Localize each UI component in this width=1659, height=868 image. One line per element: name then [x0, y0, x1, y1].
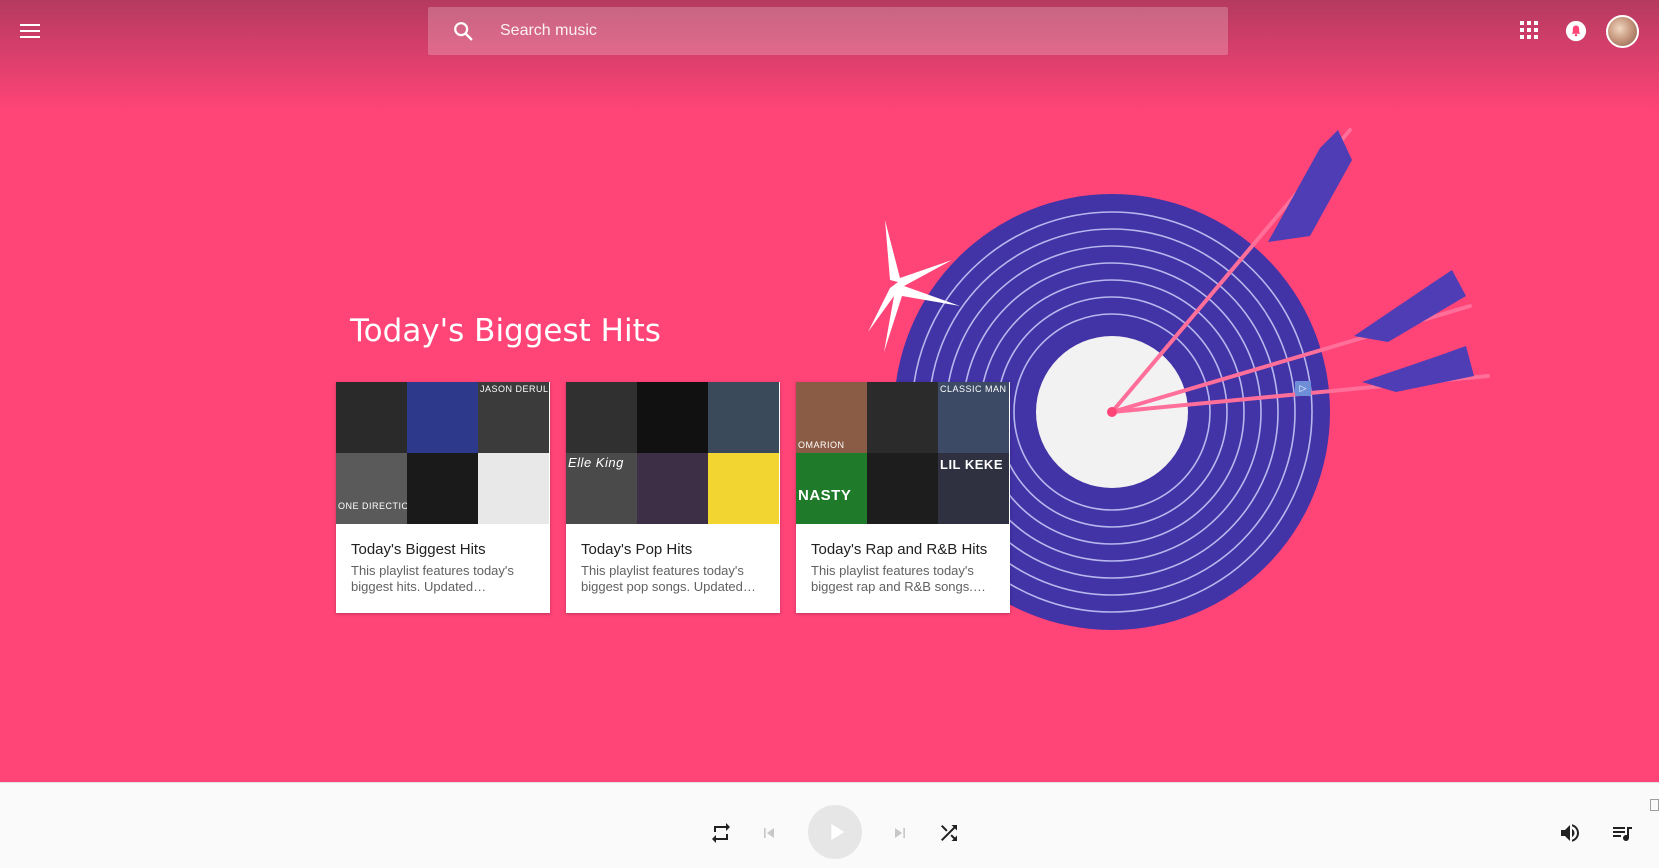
search-bar: [428, 7, 1228, 55]
card-description: This playlist features today's biggest r…: [811, 563, 986, 594]
bell-icon[interactable]: [1565, 20, 1587, 42]
album-cover: [566, 382, 637, 453]
play-button[interactable]: [808, 805, 862, 859]
album-cover: [336, 382, 407, 453]
avatar[interactable]: [1606, 15, 1639, 48]
search-input[interactable]: [500, 7, 1200, 55]
search-icon[interactable]: [452, 20, 474, 42]
queue-icon[interactable]: [1610, 821, 1634, 845]
card-title: Today's Pop Hits: [581, 541, 693, 558]
album-cover: [407, 453, 478, 524]
album-cover: [867, 382, 938, 453]
ad-choices-icon[interactable]: ▷: [1295, 381, 1311, 396]
section-title: Today's Biggest Hits: [350, 313, 661, 349]
expand-icon[interactable]: [1650, 799, 1659, 811]
album-cover: Elle King: [566, 453, 637, 524]
skip-previous-icon[interactable]: [759, 823, 779, 843]
playlist-card[interactable]: OMARION CLASSIC MAN NASTY LIL KEKE Today…: [796, 382, 1010, 613]
album-cover: [637, 382, 708, 453]
album-cover: NASTY: [796, 453, 867, 524]
album-cover: JASON DERULO: [478, 382, 549, 453]
playlist-card[interactable]: Elle King Today's Pop Hits This playlist…: [566, 382, 780, 613]
album-cover: ONE DIRECTION: [336, 453, 407, 524]
card-title: Today's Biggest Hits: [351, 541, 486, 558]
skip-next-icon[interactable]: [890, 823, 910, 843]
play-icon: [831, 823, 845, 841]
card-description: This playlist features today's biggest h…: [351, 563, 514, 594]
top-app-bar: [0, 0, 1659, 62]
album-cover: [708, 453, 779, 524]
shuffle-icon[interactable]: [937, 821, 961, 845]
card-description: This playlist features today's biggest p…: [581, 563, 756, 594]
album-cover: [867, 453, 938, 524]
repeat-icon[interactable]: [709, 821, 733, 845]
apps-grid-icon[interactable]: [1520, 21, 1540, 41]
hamburger-menu-icon[interactable]: [14, 16, 46, 46]
album-cover: CLASSIC MAN: [938, 382, 1009, 453]
hero-banner: ▷ Today's Biggest Hits JASON DERULO ONE …: [0, 0, 1659, 782]
album-cover: [478, 453, 549, 524]
album-art-mosaic: OMARION CLASSIC MAN NASTY LIL KEKE: [796, 382, 1010, 525]
album-cover: [708, 382, 779, 453]
player-bar: [0, 782, 1659, 868]
album-art-mosaic: Elle King: [566, 382, 780, 525]
playlist-card[interactable]: JASON DERULO ONE DIRECTION Today's Bigge…: [336, 382, 550, 613]
album-art-mosaic: JASON DERULO ONE DIRECTION: [336, 382, 550, 525]
album-cover: LIL KEKE: [938, 453, 1009, 524]
card-title: Today's Rap and R&B Hits: [811, 541, 988, 558]
album-cover: [407, 382, 478, 453]
album-cover: [637, 453, 708, 524]
volume-icon[interactable]: [1558, 821, 1582, 845]
album-cover: OMARION: [796, 382, 867, 453]
